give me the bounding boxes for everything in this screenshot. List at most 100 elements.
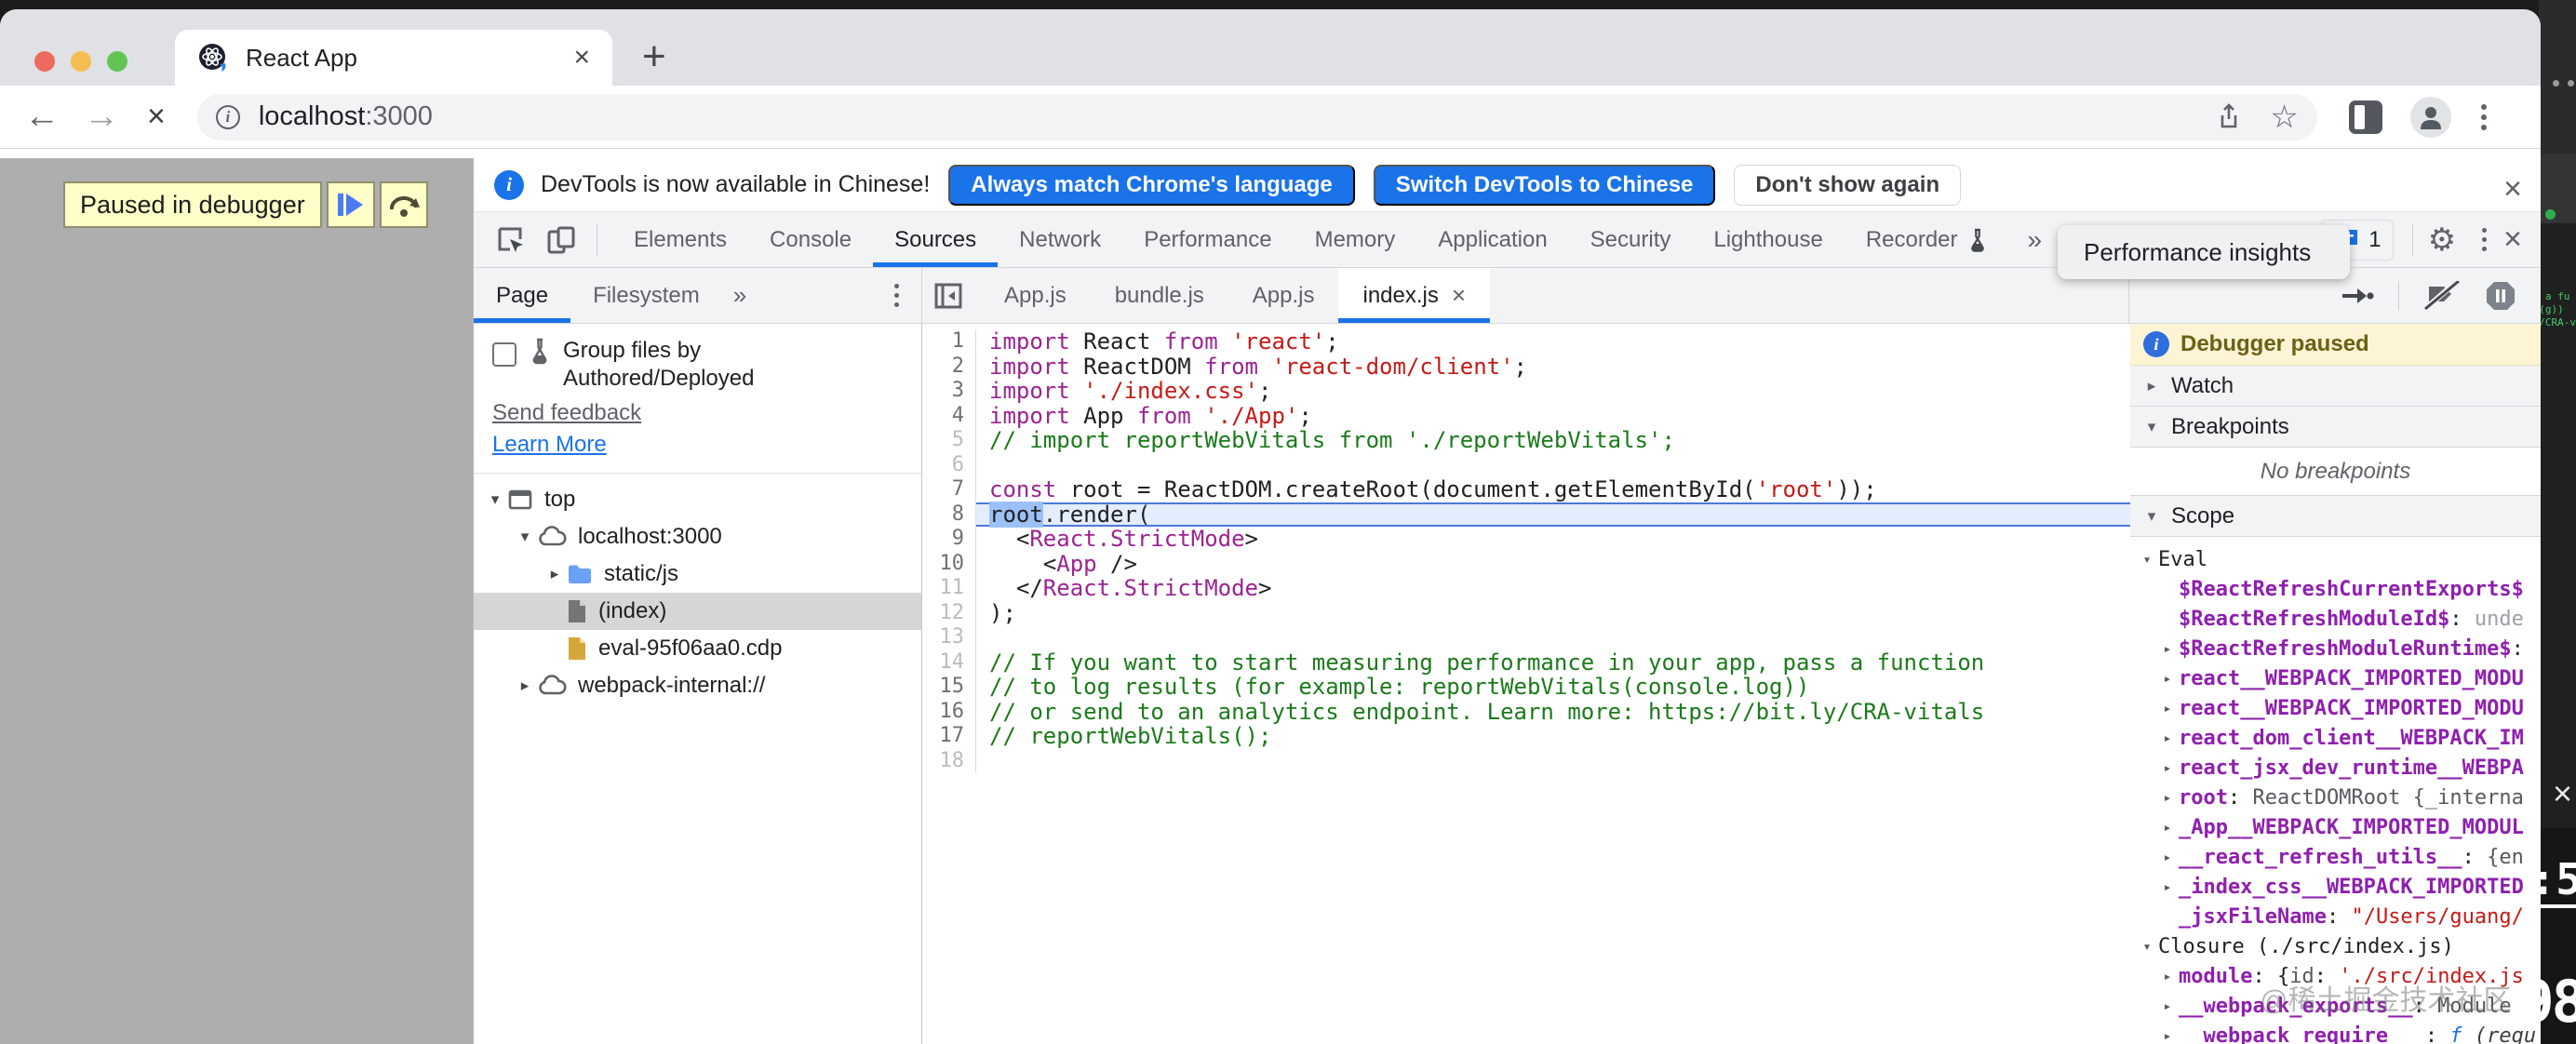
devtools-close-icon[interactable]: ×	[2503, 221, 2522, 258]
more-tabs-icon[interactable]: »	[2009, 225, 2061, 255]
line-number[interactable]: 10	[922, 552, 976, 577]
scope-row-13[interactable]: ▾Closure (./src/index.js)	[2130, 931, 2541, 961]
deactivate-breakpoints-icon[interactable]	[2423, 281, 2461, 311]
section-breakpoints[interactable]: ▾ Breakpoints	[2130, 407, 2541, 448]
tab-filesystem[interactable]: Filesystem	[570, 268, 722, 323]
chevron-right-icon[interactable]: ▸	[2156, 700, 2179, 716]
scope-row-3[interactable]: ▸$ReactRefreshModuleRuntime$:	[2130, 634, 2541, 663]
devtools-tab-application[interactable]: Application	[1416, 212, 1568, 267]
settings-gear-icon[interactable]: ⚙	[2428, 221, 2456, 259]
line-number[interactable]: 9	[922, 527, 976, 552]
devtools-tab-memory[interactable]: Memory	[1294, 212, 1417, 267]
line-number[interactable]: 12	[922, 601, 976, 626]
line-number[interactable]: 11	[922, 576, 976, 601]
chevron-right-icon[interactable]: ▸	[2156, 729, 2179, 746]
devtools-tab-performance[interactable]: Performance	[1122, 212, 1293, 267]
devtools-tab-lighthouse[interactable]: Lighthouse	[1692, 212, 1844, 267]
chevron-right-icon[interactable]: ▸	[2156, 640, 2179, 657]
chevron-right-icon[interactable]: ▸	[2156, 997, 2179, 1014]
devtools-tab-network[interactable]: Network	[998, 212, 1122, 267]
line-number[interactable]: 15	[922, 675, 976, 700]
section-scope[interactable]: ▾ Scope	[2130, 496, 2541, 537]
side-panel-icon[interactable]	[2349, 100, 2382, 134]
editor-tab-app-js-2[interactable]: App.js	[1228, 268, 1339, 323]
devtools-tab-security[interactable]: Security	[1569, 212, 1693, 267]
resume-script-button[interactable]	[327, 181, 375, 228]
chevron-right-icon[interactable]: ▸	[2156, 789, 2179, 806]
line-number[interactable]: 5	[922, 428, 976, 453]
browser-menu-icon[interactable]	[2481, 104, 2487, 130]
scope-row-2[interactable]: $ReactRefreshModuleId$: unde	[2130, 604, 2541, 634]
collapse-panel-icon[interactable]	[932, 279, 965, 313]
scope-row-4[interactable]: ▸react__WEBPACK_IMPORTED_MODU	[2130, 663, 2541, 693]
send-feedback-link[interactable]: Send feedback	[492, 400, 641, 426]
devtools-tab-elements[interactable]: Elements	[612, 212, 748, 267]
line-number[interactable]: 7	[922, 477, 976, 502]
tab-page[interactable]: Page	[474, 268, 570, 323]
chevron-right-icon[interactable]: ▸	[2156, 968, 2179, 984]
devtools-tab-sources[interactable]: Sources	[873, 212, 998, 267]
back-button[interactable]: ←	[24, 97, 60, 137]
line-number[interactable]: 3	[922, 379, 976, 404]
editor-tab-bundle-js-1[interactable]: bundle.js	[1091, 268, 1228, 323]
chevron-right-icon[interactable]: ▸	[2156, 670, 2179, 687]
chevron-right-icon[interactable]: ▸	[2156, 849, 2179, 865]
tree-item-webpack-internal[interactable]: ▸webpack-internal://	[474, 667, 921, 704]
scope-row-16[interactable]: ▸__webpack_require__ : f (requ	[2130, 1021, 2541, 1044]
site-info-icon[interactable]: i	[216, 105, 240, 129]
inspect-element-icon[interactable]	[494, 223, 528, 257]
chevron-down-icon[interactable]: ▾	[513, 528, 537, 546]
scope-row-12[interactable]: _jsxFileName: "/Users/guang/	[2130, 902, 2541, 931]
always-match-chrome-s-language-button[interactable]: Always match Chrome's language	[948, 165, 1355, 206]
share-icon[interactable]	[2214, 102, 2244, 132]
new-tab-button[interactable]: +	[642, 33, 666, 80]
line-number[interactable]: 8	[922, 502, 976, 528]
line-number[interactable]: 16	[922, 700, 976, 725]
chevron-down-icon[interactable]: ▾	[483, 490, 507, 509]
scope-row-6[interactable]: ▸react_dom_client__WEBPACK_IM	[2130, 723, 2541, 753]
scope-row-9[interactable]: ▸_App__WEBPACK_IMPORTED_MODUL	[2130, 812, 2541, 842]
scope-row-11[interactable]: ▸_index_css__WEBPACK_IMPORTED	[2130, 872, 2541, 902]
chevron-right-icon[interactable]: ▸	[2156, 759, 2179, 776]
don-t-show-again-button[interactable]: Don't show again	[1734, 165, 1961, 206]
scope-row-8[interactable]: ▸root: ReactDOMRoot {_interna	[2130, 783, 2541, 812]
learn-more-link[interactable]: Learn More	[492, 432, 921, 458]
chevron-down-icon[interactable]: ▾	[2136, 938, 2158, 955]
step-over-button[interactable]	[380, 181, 428, 228]
section-watch[interactable]: ▸ Watch	[2130, 366, 2541, 407]
tab-close-icon[interactable]: ×	[573, 42, 590, 74]
line-number[interactable]: 1	[922, 329, 976, 355]
scope-row-10[interactable]: ▸__react_refresh_utils__: {en	[2130, 842, 2541, 872]
switch-devtools-to-chinese-button[interactable]: Switch DevTools to Chinese	[1374, 165, 1716, 206]
step-icon[interactable]	[2341, 285, 2374, 307]
chevron-right-icon[interactable]: ▸	[2156, 878, 2179, 895]
tree-item-top[interactable]: ▾top	[474, 481, 921, 518]
stop-loading-button[interactable]: ×	[147, 99, 166, 135]
devtools-tab-recorder[interactable]: Recorder	[1845, 212, 2009, 267]
line-number[interactable]: 2	[922, 355, 976, 380]
panel-menu-icon[interactable]	[894, 284, 899, 307]
performance-insights-tooltip[interactable]: Performance insights	[2058, 225, 2350, 279]
infobar-close-icon[interactable]: ×	[2503, 171, 2522, 207]
chevron-right-icon[interactable]: ▸	[543, 565, 567, 583]
minimize-window-button[interactable]	[71, 51, 91, 72]
pause-on-exceptions-icon[interactable]	[2485, 280, 2516, 312]
group-files-checkbox[interactable]	[492, 342, 517, 367]
editor-tab-close-icon[interactable]: ×	[1452, 281, 1466, 310]
forward-button[interactable]: →	[84, 97, 119, 137]
line-number[interactable]: 6	[922, 453, 976, 478]
profile-avatar[interactable]	[2410, 97, 2451, 138]
close-window-button[interactable]	[34, 51, 55, 72]
scope-row-7[interactable]: ▸react_jsx_dev_runtime__WEBPA	[2130, 753, 2541, 783]
line-number[interactable]: 4	[922, 404, 976, 429]
editor-tab-app-js-0[interactable]: App.js	[980, 268, 1091, 323]
tree-item-index[interactable]: (index)	[474, 593, 921, 630]
scope-row-0[interactable]: ▾Eval	[2130, 544, 2541, 574]
chevron-right-icon[interactable]: ▸	[513, 676, 537, 695]
line-number[interactable]: 18	[922, 749, 976, 774]
bookmark-star-icon[interactable]: ☆	[2270, 99, 2298, 136]
devtools-tab-console[interactable]: Console	[748, 212, 873, 267]
maximize-window-button[interactable]	[107, 51, 127, 72]
tree-item-eval-95f06aa0-cdp[interactable]: eval-95f06aa0.cdp	[474, 630, 921, 667]
url-text[interactable]: localhost:3000	[259, 101, 2189, 132]
